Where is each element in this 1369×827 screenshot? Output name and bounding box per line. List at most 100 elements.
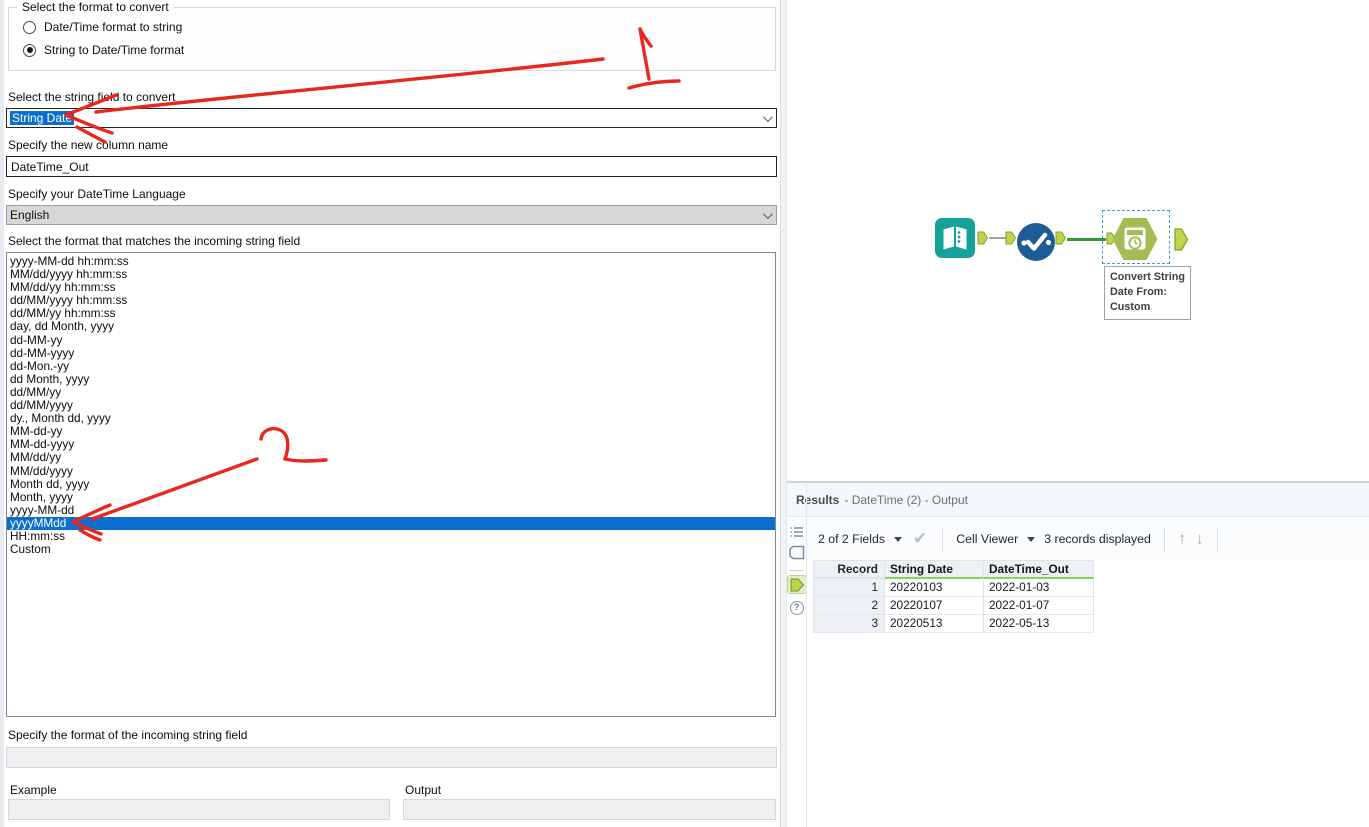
metadata-view-icon[interactable] <box>788 544 805 561</box>
cell-viewer-dropdown[interactable]: Cell Viewer <box>956 532 1018 546</box>
format-option[interactable]: dd/MM/yy hh:mm:ss <box>7 307 775 320</box>
format-option[interactable]: MM-dd-yy <box>7 425 775 438</box>
format-option[interactable]: dd/MM/yyyy hh:mm:ss <box>7 294 775 307</box>
table-row[interactable]: 2202201072022-01-07 <box>814 597 1094 615</box>
results-grid[interactable]: RecordString DateDateTime_Out12022010320… <box>813 560 1094 633</box>
example-field <box>8 799 390 820</box>
incoming-format-input[interactable] <box>6 747 777 768</box>
results-left-rail: ? <box>787 519 806 827</box>
chevron-down-icon[interactable] <box>763 209 773 219</box>
value-cell[interactable]: 20220103 <box>885 579 984 597</box>
help-icon[interactable]: ? <box>788 599 805 616</box>
format-option[interactable]: HH:mm:ss <box>7 530 775 543</box>
groupbox-label: Select the format to convert <box>17 0 174 14</box>
example-label: Example <box>10 783 57 797</box>
format-option[interactable]: Month dd, yyyy <box>7 478 775 491</box>
results-title: Results <box>796 493 839 507</box>
arrow-down-icon[interactable]: ↓ <box>1195 530 1204 547</box>
radio-label: String to Date/Time format <box>44 43 184 57</box>
table-row[interactable]: 1202201032022-01-03 <box>814 579 1094 597</box>
value-cell[interactable]: 20220513 <box>885 615 984 633</box>
connection-input-to-select[interactable] <box>989 237 1006 239</box>
format-option[interactable]: MM/dd/yyyy hh:mm:ss <box>7 268 775 281</box>
panel-splitter[interactable] <box>780 0 787 827</box>
record-number-cell[interactable]: 3 <box>814 615 885 633</box>
results-toolbar: 2 of 2 Fields ✔ Cell Viewer 3 records di… <box>787 518 1369 559</box>
toolbar-separator <box>1217 527 1218 551</box>
radio-string-to-datetime[interactable]: String to Date/Time format <box>23 43 184 57</box>
incoming-format-label: Specify the format of the incoming strin… <box>8 728 247 742</box>
results-header: Results - DateTime (2) - Output <box>787 483 1369 517</box>
record-number-cell[interactable]: 2 <box>814 597 885 615</box>
format-option[interactable]: dd/MM/yy <box>7 386 775 399</box>
radio-datetime-to-string[interactable]: Date/Time format to string <box>23 20 182 34</box>
records-list-icon[interactable] <box>788 523 805 540</box>
format-option[interactable]: yyyyMMdd <box>7 517 775 530</box>
language-label: Specify your DateTime Language <box>8 187 186 201</box>
language-value: English <box>10 208 49 222</box>
connection-select-to-datetime[interactable] <box>1067 238 1106 241</box>
column-name-label: Specify the new column name <box>8 138 168 152</box>
arrow-up-icon[interactable]: ↑ <box>1178 530 1187 547</box>
output-field <box>403 799 776 820</box>
format-list-label: Select the format that matches the incom… <box>8 234 300 248</box>
format-option[interactable]: yyyy-MM-dd <box>7 504 775 517</box>
value-cell[interactable]: 2022-05-13 <box>984 615 1094 633</box>
chevron-down-icon[interactable] <box>763 112 773 122</box>
string-field-value: String Date <box>10 111 74 125</box>
datetime-tool-icon[interactable] <box>1111 216 1159 262</box>
output-label: Output <box>405 783 441 797</box>
toolbar-separator <box>942 527 943 551</box>
select-tool-icon[interactable] <box>1016 222 1056 262</box>
radio-label: Date/Time format to string <box>44 20 182 34</box>
format-listbox[interactable]: yyyy-MM-dd hh:mm:ssMM/dd/yyyy hh:mm:ssMM… <box>6 252 776 717</box>
format-option[interactable]: dy., Month dd, yyyy <box>7 412 775 425</box>
format-option[interactable]: dd/MM/yyyy <box>7 399 775 412</box>
format-to-convert-groupbox: Select the format to convert Date/Time f… <box>8 7 776 71</box>
grid-header-row: RecordString DateDateTime_Out <box>814 561 1094 579</box>
rail-divider <box>789 570 803 571</box>
output-anchor-icon[interactable] <box>1174 228 1189 251</box>
column-header[interactable]: DateTime_Out <box>984 561 1094 579</box>
string-field-combobox[interactable]: String Date <box>6 108 777 128</box>
value-cell[interactable]: 2022-01-07 <box>984 597 1094 615</box>
output-anchor-icon[interactable] <box>1055 231 1067 245</box>
format-option[interactable]: MM-dd-yyyy <box>7 438 775 451</box>
results-subtitle: - DateTime (2) - Output <box>844 493 968 507</box>
panel-left-edge <box>0 0 4 827</box>
string-field-label: Select the string field to convert <box>8 90 175 104</box>
toolbar-separator <box>1164 527 1165 551</box>
value-cell[interactable]: 20220107 <box>885 597 984 615</box>
records-displayed-text: 3 records displayed <box>1044 532 1151 546</box>
output-anchor-button[interactable] <box>787 575 807 594</box>
input-data-tool-icon[interactable] <box>935 218 975 258</box>
format-option[interactable]: day, dd Month, yyyy <box>7 320 775 333</box>
datetime-config-panel: Select the format to convert Date/Time f… <box>0 0 780 827</box>
radio-icon-checked[interactable] <box>23 44 36 57</box>
value-cell[interactable]: 2022-01-03 <box>984 579 1094 597</box>
fields-summary-dropdown[interactable]: 2 of 2 Fields <box>818 532 885 546</box>
format-option[interactable]: Custom <box>7 543 775 556</box>
caret-down-icon[interactable] <box>1027 537 1035 542</box>
format-option[interactable]: dd-MM-yyyy <box>7 347 775 360</box>
format-option[interactable]: dd Month, yyyy <box>7 373 775 386</box>
caret-down-icon[interactable] <box>894 537 902 542</box>
format-option[interactable]: dd-Mon.-yy <box>7 360 775 373</box>
column-header[interactable]: Record <box>814 561 885 579</box>
workflow-canvas[interactable]: Convert String Date From: Custom <box>787 0 1369 481</box>
format-option[interactable]: Month, yyyy <box>7 491 775 504</box>
output-anchor-icon[interactable] <box>977 231 989 245</box>
tool-annotation[interactable]: Convert String Date From: Custom <box>1104 266 1191 320</box>
table-row[interactable]: 3202205132022-05-13 <box>814 615 1094 633</box>
language-combobox[interactable]: English <box>6 205 777 225</box>
apply-check-icon[interactable]: ✔ <box>913 530 927 547</box>
format-option[interactable]: MM/dd/yy <box>7 451 775 464</box>
record-number-cell[interactable]: 1 <box>814 579 885 597</box>
rail-border <box>806 483 807 827</box>
column-name-input[interactable] <box>6 156 777 177</box>
radio-icon[interactable] <box>23 21 36 34</box>
format-option[interactable]: MM/dd/yyyy <box>7 465 775 478</box>
column-header[interactable]: String Date <box>885 561 984 579</box>
alteryx-designer-window: Select the format to convert Date/Time f… <box>0 0 1369 827</box>
format-option[interactable]: dd-MM-yy <box>7 334 775 347</box>
